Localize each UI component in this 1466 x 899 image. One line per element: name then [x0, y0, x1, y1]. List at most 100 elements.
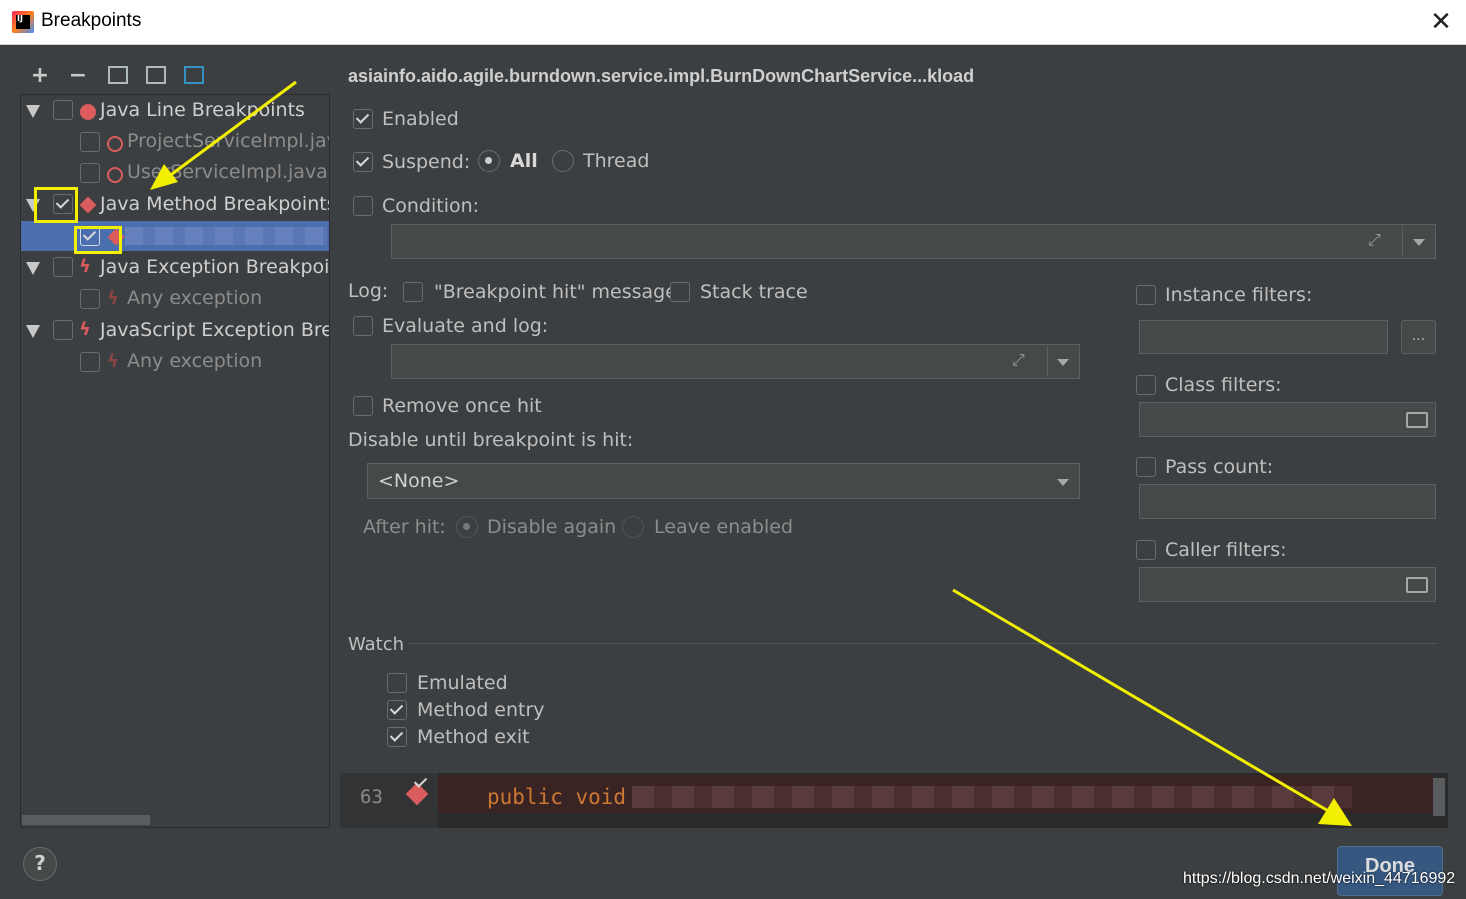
tree-item[interactable]: ϟ Any exception — [21, 284, 329, 314]
evaluate-log-checkbox[interactable] — [353, 316, 373, 336]
tree-group-java-line[interactable]: Java Line Breakpoints — [21, 96, 329, 126]
exception-breakpoint-icon: ϟ — [107, 351, 119, 372]
tree-label: Any exception — [127, 350, 263, 372]
remove-once-hit-checkbox[interactable] — [353, 396, 373, 416]
caller-filters-input[interactable] — [1139, 567, 1436, 602]
remove-breakpoint-button[interactable]: − — [64, 62, 92, 90]
instance-filters-input[interactable] — [1139, 320, 1388, 354]
tree-label: Java Exception Breakpoints — [100, 256, 330, 278]
group-by-class-icon[interactable] — [184, 66, 204, 84]
breakpoints-toolbar: + − — [20, 60, 330, 90]
class-filters-input[interactable] — [1139, 402, 1436, 437]
chevron-down-icon[interactable] — [1057, 359, 1069, 366]
collapse-arrow-icon[interactable] — [26, 262, 40, 275]
tree-label: Java Line Breakpoints — [100, 99, 305, 121]
intellij-icon-mark: IJ — [16, 15, 30, 29]
tree-group-javascript-exception[interactable]: ϟ JavaScript Exception Break — [21, 316, 329, 346]
disable-until-value: <None> — [378, 470, 460, 492]
item-checkbox[interactable] — [80, 289, 100, 309]
remove-once-hit-label: Remove once hit — [382, 395, 542, 417]
suspend-thread-label: Thread — [583, 150, 650, 172]
emulated-label: Emulated — [417, 672, 508, 694]
redacted-method-name — [125, 227, 327, 245]
code-scrollbar[interactable] — [1433, 778, 1445, 816]
annotation-highlight-box — [34, 187, 78, 223]
dropdown-separator — [1047, 346, 1048, 377]
log-label: Log: — [348, 280, 389, 302]
tree-item-selected[interactable] — [21, 221, 329, 251]
tree-label: ProjectServiceImpl.java: — [127, 130, 329, 152]
tree-horizontal-scrollbar[interactable] — [22, 815, 150, 825]
stack-trace-checkbox[interactable] — [670, 282, 690, 302]
suspend-thread-radio[interactable] — [552, 150, 574, 172]
tree-label: JavaScript Exception Break — [100, 319, 329, 341]
tree-label: Any exception — [127, 287, 263, 309]
pass-count-input[interactable] — [1139, 484, 1436, 519]
group-checkbox[interactable] — [53, 257, 73, 277]
condition-checkbox[interactable] — [353, 196, 373, 216]
method-exit-label: Method exit — [417, 726, 530, 748]
collapse-arrow-icon[interactable] — [26, 105, 40, 118]
watch-divider — [408, 643, 1436, 644]
disable-again-label: Disable again — [487, 516, 617, 538]
tree-label: Java Method Breakpoints — [100, 193, 330, 215]
group-by-file-icon[interactable] — [146, 66, 166, 84]
leave-enabled-label: Leave enabled — [654, 516, 794, 538]
watermark-text: https://blog.csdn.net/weixin_44716992 — [1183, 870, 1456, 887]
code-text: public void — [487, 785, 627, 809]
tree-group-java-exception[interactable]: ϟ Java Exception Breakpoints — [21, 253, 329, 283]
annotation-highlight-box — [74, 226, 122, 254]
expand-icon[interactable]: ⤢ — [1368, 230, 1381, 250]
disabled-line-breakpoint-icon — [107, 136, 123, 152]
help-button[interactable]: ? — [23, 847, 57, 881]
verified-check-icon — [412, 774, 430, 788]
method-entry-checkbox[interactable] — [387, 700, 407, 720]
stack-trace-label: Stack trace — [700, 281, 808, 303]
expand-icon[interactable]: ⤢ — [1012, 350, 1025, 370]
suspend-all-label: All — [510, 150, 538, 172]
suspend-all-radio[interactable] — [478, 150, 500, 172]
leave-enabled-radio[interactable] — [622, 516, 644, 538]
exception-breakpoint-icon: ϟ — [79, 319, 91, 340]
tree-item[interactable]: UserServiceImpl.java:72 — [21, 158, 329, 188]
disable-again-radio[interactable] — [456, 516, 478, 538]
folder-icon[interactable] — [1406, 412, 1428, 428]
item-checkbox[interactable] — [80, 352, 100, 372]
add-breakpoint-button[interactable]: + — [26, 62, 54, 90]
group-checkbox[interactable] — [53, 100, 73, 120]
exception-breakpoint-icon: ϟ — [79, 256, 91, 277]
item-checkbox[interactable] — [80, 132, 100, 152]
class-filters-checkbox[interactable] — [1136, 375, 1156, 395]
instance-filters-checkbox[interactable] — [1136, 285, 1156, 305]
item-checkbox[interactable] — [80, 163, 100, 183]
collapse-arrow-icon[interactable] — [26, 325, 40, 338]
evaluate-log-input[interactable] — [391, 344, 1080, 379]
emulated-checkbox[interactable] — [387, 673, 407, 693]
breakpoint-title: asiainfo.aido.agile.burndown.service.imp… — [348, 66, 975, 86]
enabled-checkbox[interactable] — [353, 109, 373, 129]
condition-label: Condition: — [382, 195, 480, 217]
group-checkbox[interactable] — [53, 320, 73, 340]
condition-input[interactable] — [391, 224, 1436, 259]
method-breakpoint-icon — [79, 196, 97, 214]
dropdown-separator — [1402, 226, 1403, 257]
window-title: Breakpoints — [41, 10, 142, 31]
line-breakpoint-icon — [80, 104, 96, 120]
chevron-down-icon[interactable] — [1057, 479, 1069, 486]
instance-filters-more-button[interactable]: ... — [1401, 320, 1436, 354]
caller-filters-checkbox[interactable] — [1136, 540, 1156, 560]
exception-breakpoint-icon: ϟ — [107, 288, 119, 309]
log-message-checkbox[interactable] — [403, 282, 423, 302]
group-by-package-icon[interactable] — [108, 66, 128, 84]
tree-item[interactable]: ϟ Any exception — [21, 347, 329, 377]
tree-item[interactable]: ProjectServiceImpl.java: — [21, 127, 329, 157]
chevron-down-icon[interactable] — [1413, 239, 1425, 246]
pass-count-checkbox[interactable] — [1136, 457, 1156, 477]
close-button[interactable]: ✕ — [1426, 7, 1456, 37]
folder-icon[interactable] — [1406, 577, 1428, 593]
disable-until-select[interactable] — [367, 463, 1080, 499]
suspend-label: Suspend: — [382, 151, 471, 173]
method-exit-checkbox[interactable] — [387, 727, 407, 747]
suspend-checkbox[interactable] — [353, 152, 373, 172]
caller-filters-label: Caller filters: — [1165, 539, 1287, 561]
